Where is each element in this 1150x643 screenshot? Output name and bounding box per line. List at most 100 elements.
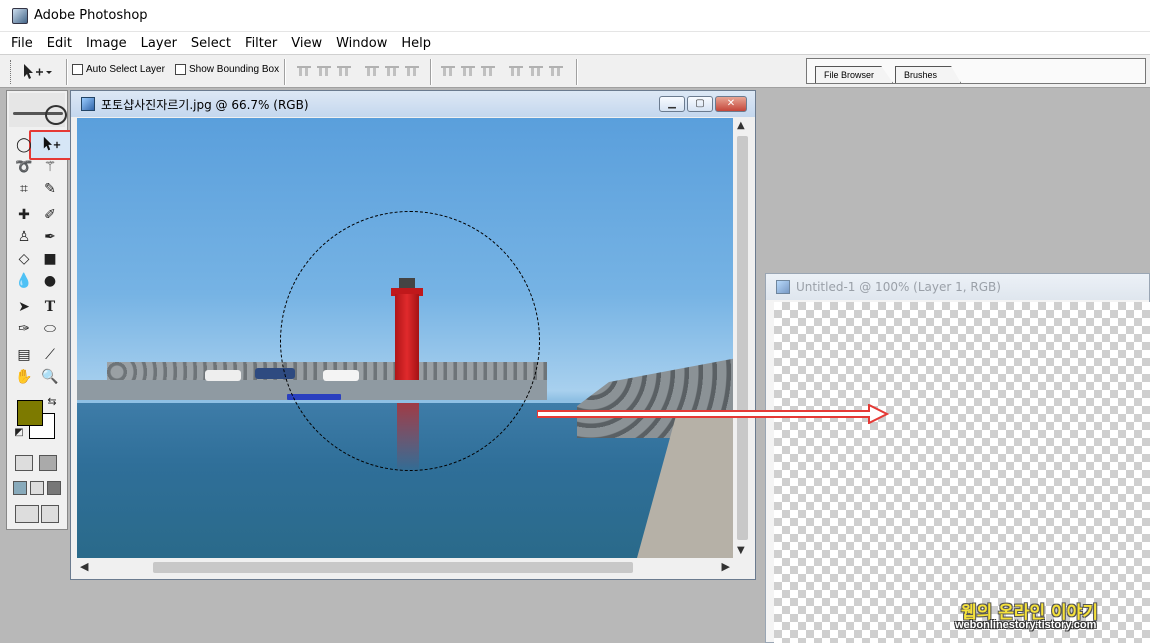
options-bar-grip[interactable] bbox=[10, 60, 13, 84]
options-separator bbox=[66, 59, 68, 85]
distribute-buttons-group bbox=[440, 64, 564, 78]
blur-tool-icon[interactable]: 💧 bbox=[13, 271, 35, 291]
drag-direction-arrow-icon bbox=[537, 404, 889, 424]
align-vertical-centers-icon[interactable] bbox=[316, 64, 332, 78]
untitled-title-bar[interactable]: Untitled-1 @ 100% (Layer 1, RGB) bbox=[766, 274, 1149, 300]
options-separator bbox=[576, 59, 578, 85]
default-colors-icon[interactable]: ◩ bbox=[13, 427, 25, 439]
menu-select[interactable]: Select bbox=[184, 36, 238, 51]
imageready-icon[interactable] bbox=[41, 505, 59, 523]
align-right-edges-icon[interactable] bbox=[404, 64, 420, 78]
minimize-button[interactable]: ▁ bbox=[659, 96, 685, 112]
hand-tool-icon[interactable]: ✋ bbox=[13, 367, 35, 387]
show-bounding-box-label: Show Bounding Box bbox=[189, 64, 280, 75]
vertical-scroll-thumb[interactable] bbox=[737, 136, 748, 540]
app-title-bar: Adobe Photoshop bbox=[0, 0, 1150, 32]
scroll-left-icon[interactable]: ◀ bbox=[80, 560, 88, 573]
menu-file[interactable]: File bbox=[4, 36, 40, 51]
tab-brushes[interactable]: Brushes bbox=[895, 66, 961, 83]
eye-logo-icon bbox=[45, 105, 67, 125]
tool-preset-picker[interactable] bbox=[22, 60, 62, 84]
history-brush-tool-icon[interactable]: ✒ bbox=[39, 227, 61, 247]
vertical-scrollbar[interactable]: ▲ ▼ bbox=[734, 118, 751, 558]
distribute-right-edges-icon[interactable] bbox=[548, 64, 564, 78]
checkbox-box bbox=[72, 64, 83, 75]
car-white bbox=[205, 370, 241, 381]
toolbox: ◯ ➰ ⚚ ⌗ ✎ ✚ ✐ ♙ ✒ ◇ ■ 💧 ● ➤ T ✑ ⬭ ▤ ⟋ ✋ … bbox=[6, 90, 75, 530]
align-horizontal-centers-icon[interactable] bbox=[384, 64, 400, 78]
full-screen-menu-mode-icon[interactable] bbox=[30, 481, 44, 495]
distribute-left-edges-icon[interactable] bbox=[508, 64, 524, 78]
menu-edit[interactable]: Edit bbox=[40, 36, 79, 51]
menu-layer[interactable]: Layer bbox=[134, 36, 184, 51]
image-canvas[interactable] bbox=[77, 118, 733, 558]
chevron-down-icon bbox=[46, 71, 52, 74]
type-tool-icon[interactable]: T bbox=[39, 297, 61, 317]
foreground-color-swatch[interactable] bbox=[17, 400, 43, 426]
brush-tool-icon[interactable]: ✐ bbox=[39, 205, 61, 225]
scroll-up-icon[interactable]: ▲ bbox=[737, 120, 745, 131]
toolbox-header[interactable] bbox=[9, 93, 67, 127]
options-separator bbox=[430, 59, 432, 85]
palette-well: File Browser Brushes bbox=[806, 58, 1146, 84]
horizontal-scrollbar[interactable]: ◀ ▶ bbox=[77, 559, 733, 576]
tab-file-browser[interactable]: File Browser bbox=[815, 66, 893, 83]
jump-to-imageready-icon[interactable] bbox=[15, 505, 39, 523]
untitled-document-title: Untitled-1 @ 100% (Layer 1, RGB) bbox=[796, 280, 1001, 294]
menu-image[interactable]: Image bbox=[79, 36, 134, 51]
slice-tool-icon[interactable]: ✎ bbox=[39, 179, 61, 199]
eraser-tool-icon[interactable]: ◇ bbox=[13, 249, 35, 269]
distribute-bottom-edges-icon[interactable] bbox=[480, 64, 496, 78]
document-title-bar[interactable]: 포토샵사진자르기.jpg @ 66.7% (RGB) ▁ ▢ ✕ bbox=[71, 91, 755, 117]
document-icon bbox=[81, 97, 95, 111]
align-bottom-edges-icon[interactable] bbox=[336, 64, 352, 78]
align-left-edges-icon[interactable] bbox=[364, 64, 380, 78]
auto-select-layer-checkbox[interactable]: Auto Select Layer bbox=[72, 64, 165, 75]
notes-tool-icon[interactable]: ▤ bbox=[13, 345, 35, 365]
horizontal-scroll-thumb[interactable] bbox=[153, 562, 633, 573]
scroll-down-icon[interactable]: ▼ bbox=[737, 545, 745, 556]
dodge-tool-icon[interactable]: ● bbox=[39, 271, 61, 291]
app-title: Adobe Photoshop bbox=[34, 8, 148, 23]
standard-mode-icon[interactable] bbox=[15, 455, 33, 471]
gradient-tool-icon[interactable]: ■ bbox=[39, 249, 61, 269]
crop-tool-icon[interactable]: ⌗ bbox=[13, 179, 35, 199]
maximize-button[interactable]: ▢ bbox=[687, 96, 713, 112]
standard-screen-mode-icon[interactable] bbox=[13, 481, 27, 495]
clone-stamp-tool-icon[interactable]: ♙ bbox=[13, 227, 35, 247]
options-separator bbox=[284, 59, 286, 85]
marquee-tool-icon[interactable]: ◯ bbox=[13, 135, 35, 155]
scroll-right-icon[interactable]: ▶ bbox=[722, 560, 730, 573]
distribute-vertical-centers-icon[interactable] bbox=[460, 64, 476, 78]
move-tool-icon bbox=[24, 64, 43, 79]
healing-brush-tool-icon[interactable]: ✚ bbox=[13, 205, 35, 225]
magic-wand-tool-icon[interactable]: ⚚ bbox=[39, 157, 61, 177]
swap-colors-icon[interactable]: ⇆ bbox=[45, 395, 59, 409]
untitled-document-window: Untitled-1 @ 100% (Layer 1, RGB) bbox=[765, 273, 1150, 643]
menu-view[interactable]: View bbox=[284, 36, 329, 51]
menu-help[interactable]: Help bbox=[394, 36, 438, 51]
path-selection-tool-icon[interactable]: ➤ bbox=[13, 297, 35, 317]
align-buttons-group bbox=[296, 64, 420, 78]
distribute-top-edges-icon[interactable] bbox=[440, 64, 456, 78]
eyedropper-tool-icon[interactable]: ⟋ bbox=[39, 345, 61, 365]
quick-mask-mode-icon[interactable] bbox=[39, 455, 57, 471]
transparent-canvas[interactable] bbox=[774, 302, 1150, 643]
shape-tool-icon[interactable]: ⬭ bbox=[39, 319, 61, 339]
watermark: 웹의 온라인 이야기 webonlinestory.tistory.com bbox=[955, 598, 1133, 638]
window-controls: ▁ ▢ ✕ bbox=[659, 96, 747, 112]
elliptical-selection-marquee[interactable] bbox=[280, 211, 540, 471]
menu-filter[interactable]: Filter bbox=[238, 36, 284, 51]
close-button[interactable]: ✕ bbox=[715, 96, 747, 112]
full-screen-mode-icon[interactable] bbox=[47, 481, 61, 495]
lasso-tool-icon[interactable]: ➰ bbox=[13, 157, 35, 177]
move-tool-glyph bbox=[43, 136, 61, 151]
menu-window[interactable]: Window bbox=[329, 36, 394, 51]
zoom-tool-icon[interactable]: 🔍 bbox=[39, 367, 61, 387]
photoshop-app-icon bbox=[12, 7, 28, 24]
align-top-edges-icon[interactable] bbox=[296, 64, 312, 78]
move-tool-icon[interactable] bbox=[41, 135, 63, 155]
show-bounding-box-checkbox[interactable]: Show Bounding Box bbox=[175, 64, 279, 75]
distribute-horizontal-centers-icon[interactable] bbox=[528, 64, 544, 78]
pen-tool-icon[interactable]: ✑ bbox=[13, 319, 35, 339]
